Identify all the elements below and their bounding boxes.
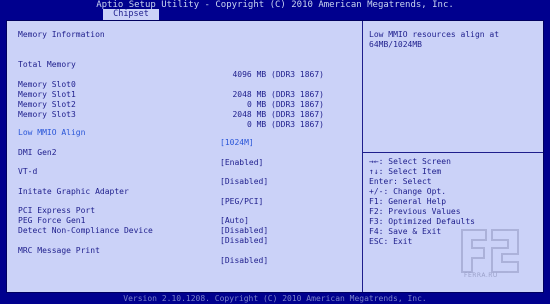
key-help-f2: F2: Previous Values — [369, 207, 461, 216]
setting-label: Low MMIO Align — [18, 128, 86, 137]
key-help-select-item: ↑↓: Select Item — [369, 167, 442, 176]
key-help-f1: F1: General Help — [369, 197, 447, 206]
tab-chipset[interactable]: Chipset — [103, 9, 159, 20]
key-help-select-screen: →←: Select Screen — [369, 157, 451, 166]
setting-mrc-message-print[interactable]: MRC Message Print [Disabled] — [0, 236, 362, 266]
help-description-line: Low MMIO resources align at — [369, 30, 500, 39]
app-title: Aptio Setup Utility - Copyright (C) 2010… — [96, 0, 454, 10]
help-description-line: 64MB/1024MB — [369, 40, 422, 49]
key-help-esc: ESC: Exit — [369, 237, 413, 246]
ferra-logo-icon — [461, 229, 519, 273]
help-divider — [363, 152, 543, 153]
setting-value[interactable]: [Disabled] — [220, 256, 268, 266]
key-help-enter: Enter: Select — [369, 177, 432, 186]
memory-info-heading: Memory Information — [18, 30, 105, 39]
watermark-text: FERRA.RU — [464, 272, 498, 279]
setting-label: VT-d — [18, 167, 38, 176]
setting-label: MRC Message Print — [18, 246, 100, 255]
key-help-f4: F4: Save & Exit — [369, 227, 442, 236]
key-help-change-opt: +/-: Change Opt. — [369, 187, 447, 196]
footer-version: Version 2.10.1208. Copyright (C) 2010 Am… — [123, 294, 427, 303]
total-memory-label: Total Memory — [18, 60, 76, 69]
setting-label: Detect Non-Compliance Device — [18, 226, 153, 235]
